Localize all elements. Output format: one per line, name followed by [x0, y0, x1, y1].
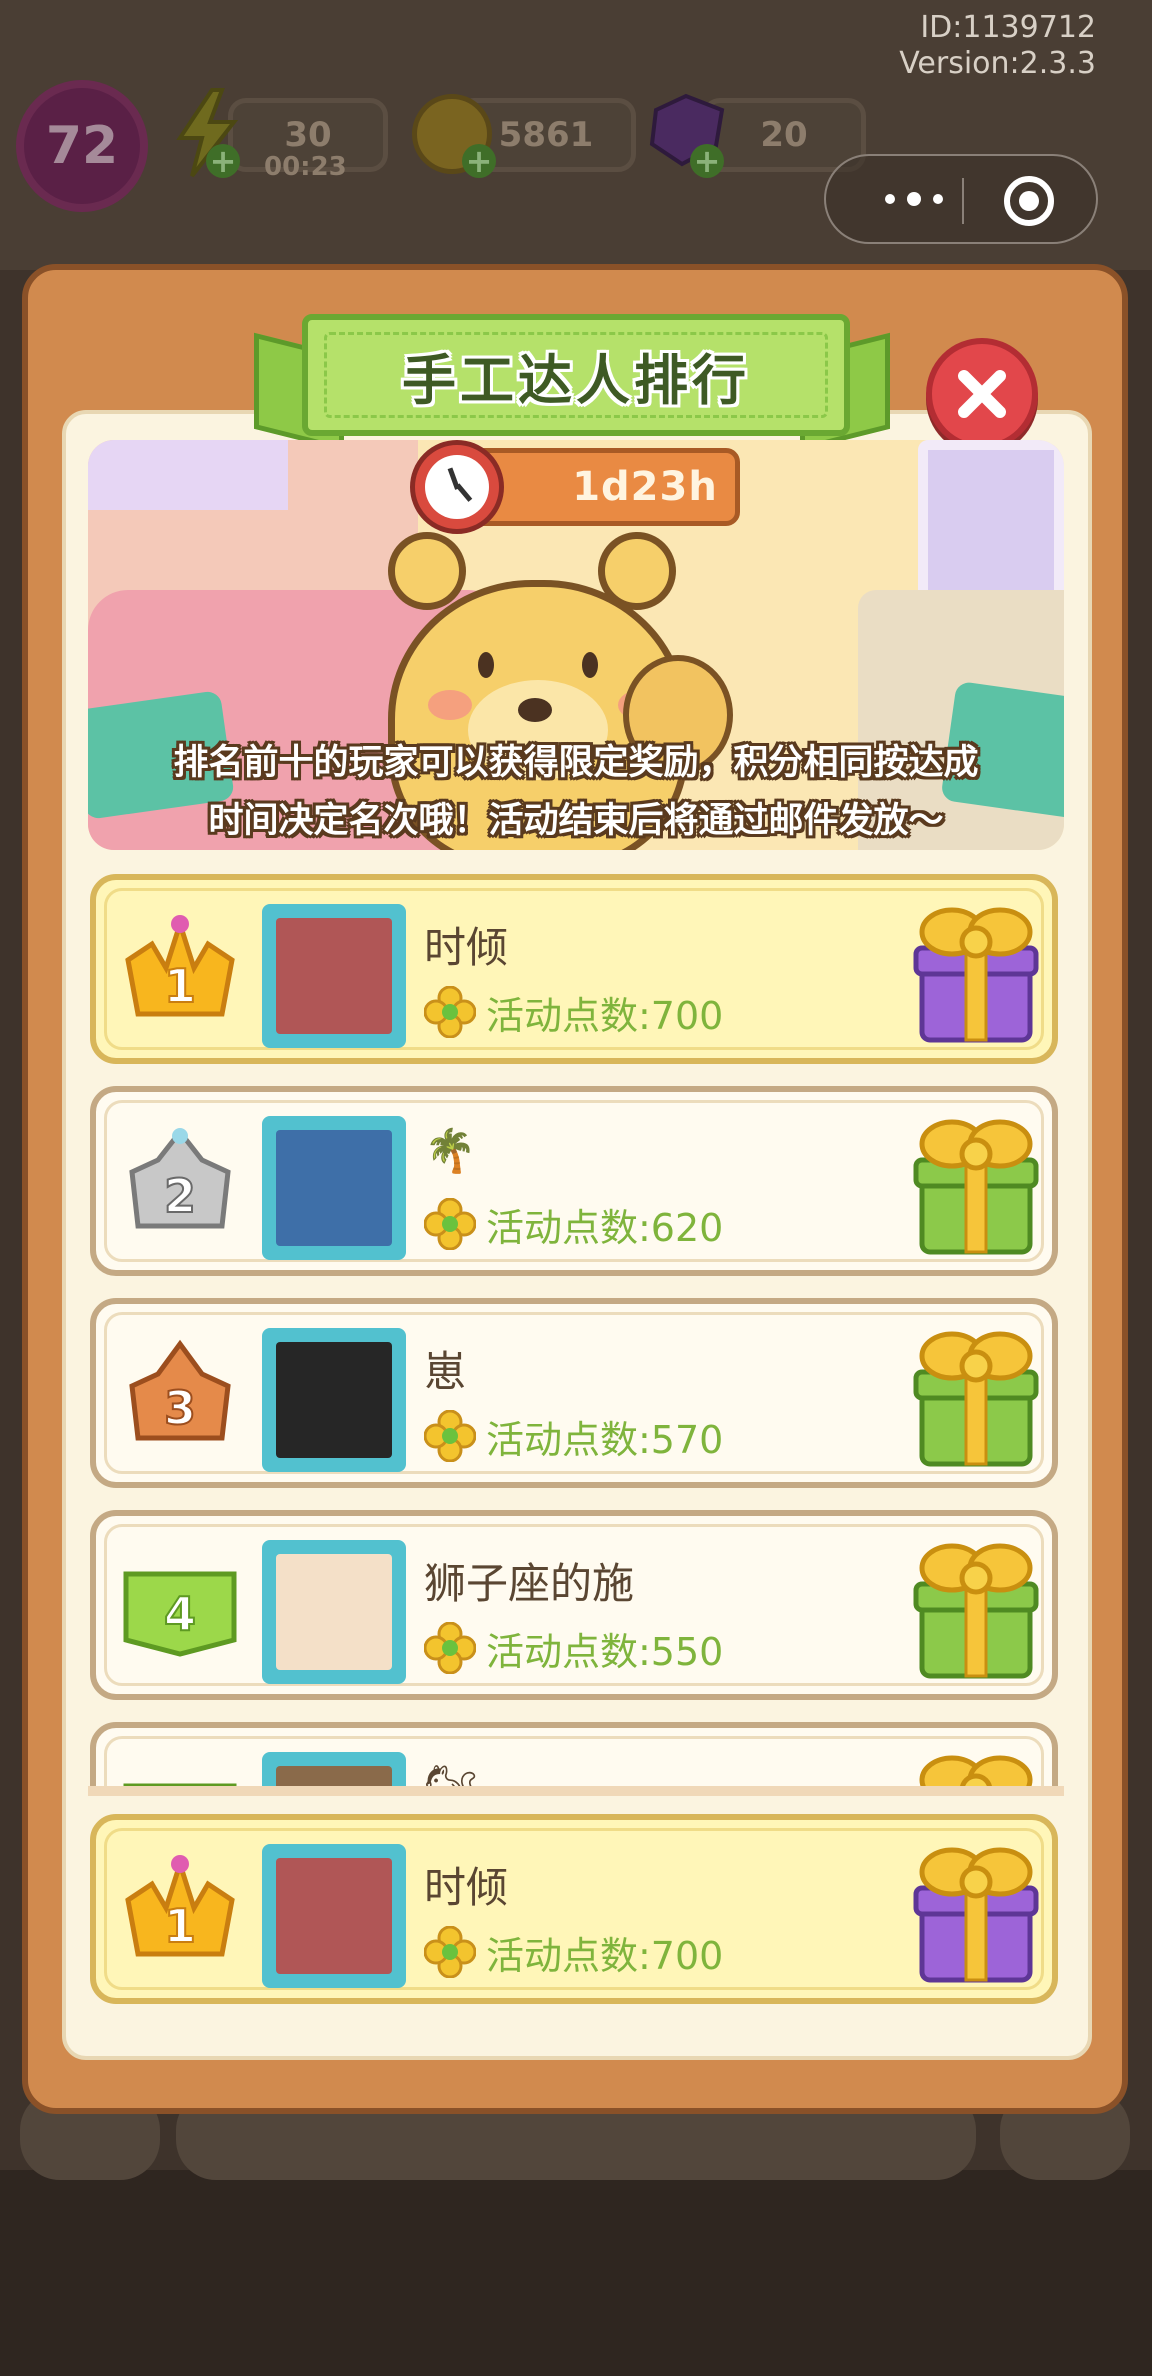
- gift-icon[interactable]: [906, 898, 1046, 1048]
- version-label: Version:2.3.3: [899, 46, 1096, 81]
- avatar[interactable]: [262, 1116, 406, 1260]
- leaderboard-row[interactable]: 4 狮子座的施 活动点数:550: [90, 1510, 1058, 1700]
- crown-icon: 1: [118, 1850, 242, 1974]
- player-name: 时倾: [424, 923, 509, 972]
- leaderboard-row[interactable]: 3 崽 活动点数:570: [90, 1298, 1058, 1488]
- coin-value: 5861: [498, 115, 594, 155]
- activity-points: 活动点数:570: [424, 1408, 723, 1464]
- avatar[interactable]: [262, 1328, 406, 1472]
- gift-icon[interactable]: [906, 1746, 1046, 1790]
- clover-icon: [424, 1198, 476, 1250]
- plus-icon[interactable]: +: [462, 142, 496, 180]
- crown-icon: 1: [118, 910, 242, 1034]
- crown-icon: 3: [118, 1334, 242, 1458]
- build-info: ID:1139712 Version:2.3.3: [899, 10, 1096, 82]
- player-name: 崽: [424, 1347, 467, 1396]
- activity-points: 活动点数:620: [424, 1196, 723, 1252]
- player-name: 🌴: [424, 1126, 477, 1175]
- capsule-divider: [962, 178, 964, 224]
- gift-icon[interactable]: [906, 1322, 1046, 1472]
- leaderboard-list[interactable]: 1 时倾 活动点数:700 2 🌴 活动点数:620 3 崽 活动点数:570 …: [88, 870, 1064, 1790]
- gift-icon[interactable]: [906, 1534, 1046, 1684]
- panel-title: 手工达人排行: [402, 348, 750, 412]
- list-divider: [88, 1786, 1064, 1796]
- gem-value: 20: [760, 115, 808, 155]
- countdown-text: 1d23h: [572, 464, 718, 510]
- close-button[interactable]: [926, 338, 1038, 450]
- close-icon: [958, 370, 1006, 418]
- activity-points: 活动点数:550: [424, 1620, 723, 1676]
- activity-points: 活动点数:700: [424, 984, 723, 1040]
- svg-text:3: 3: [164, 1381, 196, 1435]
- target-icon[interactable]: [1004, 176, 1054, 226]
- plus-icon[interactable]: +: [690, 142, 724, 180]
- countdown-timer: 1d23h: [470, 448, 740, 526]
- clover-icon: [424, 1622, 476, 1674]
- plus-icon[interactable]: +: [206, 142, 240, 180]
- level-badge[interactable]: 72: [16, 80, 148, 212]
- player-name: 时倾: [424, 1863, 509, 1912]
- my-rank-section: 1 时倾 活动点数:700: [88, 1814, 1064, 2014]
- gift-icon[interactable]: [906, 1110, 1046, 1260]
- title-ribbon: 手工达人排行: [302, 314, 850, 436]
- clover-icon: [424, 1410, 476, 1462]
- event-description: 排名前十的玩家可以获得限定奖励，积分相同按达成 时间决定名次哦！活动结束后将通过…: [173, 743, 979, 841]
- leaderboard-row[interactable]: 2 🌴 活动点数:620: [90, 1086, 1058, 1276]
- clover-icon: [424, 986, 476, 1038]
- avatar[interactable]: [262, 1844, 406, 1988]
- svg-text:1: 1: [164, 1899, 196, 1953]
- activity-points: 活动点数:700: [424, 1924, 723, 1980]
- energy-value: 30: [284, 115, 332, 155]
- user-id: ID:1139712: [920, 10, 1096, 45]
- clover-icon: [424, 1926, 476, 1978]
- svg-text:4: 4: [164, 1587, 196, 1641]
- leaderboard-row[interactable]: 5 🐿: [90, 1722, 1058, 1790]
- svg-text:1: 1: [164, 959, 196, 1013]
- crown-icon: 2: [118, 1122, 242, 1246]
- crown-icon: 4: [118, 1546, 242, 1670]
- mini-program-capsule: [824, 154, 1098, 244]
- avatar[interactable]: [262, 1540, 406, 1684]
- avatar[interactable]: [262, 904, 406, 1048]
- gift-icon[interactable]: [906, 1838, 1046, 1988]
- energy-timer: 00:23: [264, 152, 347, 182]
- clock-icon: [410, 440, 504, 534]
- player-name: 狮子座的施: [424, 1559, 635, 1608]
- svg-text:2: 2: [164, 1169, 196, 1223]
- more-dots-icon[interactable]: [866, 156, 962, 242]
- level-number: 72: [45, 116, 119, 176]
- leaderboard-row[interactable]: 1 时倾 活动点数:700: [90, 874, 1058, 1064]
- background-footer: [0, 2170, 1152, 2376]
- my-rank-row[interactable]: 1 时倾 活动点数:700: [90, 1814, 1058, 2004]
- avatar[interactable]: [262, 1752, 406, 1790]
